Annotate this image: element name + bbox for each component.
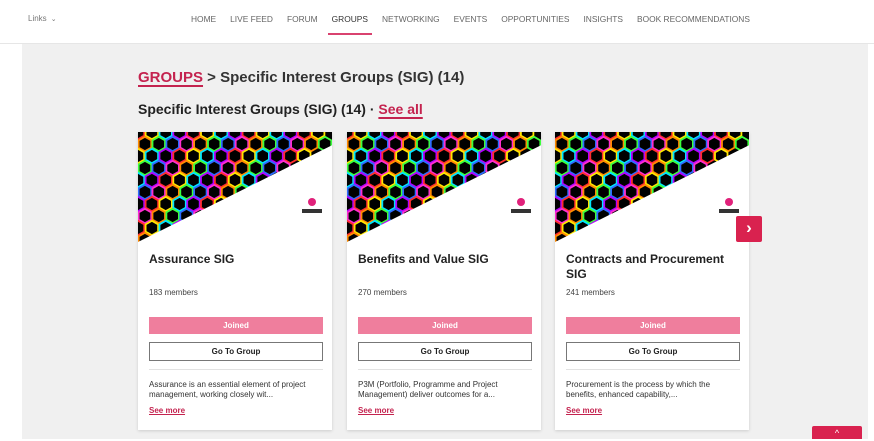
- chevron-down-icon: ⌄: [50, 16, 57, 23]
- group-cover-image[interactable]: [347, 132, 541, 242]
- main-content: GROUPS > Specific Interest Groups (SIG) …: [22, 44, 868, 439]
- top-navigation-bar: Links ⌄ HOME LIVE FEED FORUM GROUPS NETWO…: [0, 0, 874, 44]
- group-card-contracts-and-procurement: Contracts and Procurement SIG 241 member…: [555, 132, 749, 430]
- joined-button[interactable]: Joined: [566, 317, 740, 334]
- group-title[interactable]: Benefits and Value SIG: [358, 252, 533, 267]
- group-cover-image[interactable]: [138, 132, 332, 242]
- group-card-assurance: Assurance SIG 183 members Joined Go To G…: [138, 132, 332, 430]
- card-divider: [149, 369, 323, 370]
- card-divider: [358, 369, 532, 370]
- nav-home[interactable]: HOME: [184, 0, 223, 44]
- chevron-up-icon: ^: [834, 428, 840, 438]
- hexagon-pattern-image: [347, 132, 541, 242]
- group-description: Procurement is the process by which the …: [566, 380, 711, 399]
- nav-groups[interactable]: GROUPS: [325, 0, 375, 44]
- links-label: Links: [28, 14, 47, 23]
- group-title[interactable]: Contracts and Procurement SIG: [566, 252, 741, 282]
- group-description: Assurance is an essential element of pro…: [149, 380, 306, 399]
- breadcrumb-current: Specific Interest Groups (SIG) (14): [220, 69, 465, 86]
- group-description: P3M (Portfolio, Programme and Project Ma…: [358, 380, 498, 399]
- joined-button[interactable]: Joined: [358, 317, 532, 334]
- see-more-link[interactable]: See more: [566, 406, 602, 415]
- group-title[interactable]: Assurance SIG: [149, 252, 324, 267]
- nav-live-feed[interactable]: LIVE FEED: [223, 0, 280, 44]
- joined-button[interactable]: Joined: [149, 317, 323, 334]
- breadcrumb-groups-link[interactable]: GROUPS: [138, 69, 203, 86]
- go-to-group-button[interactable]: Go To Group: [566, 342, 740, 361]
- see-more-link[interactable]: See more: [358, 406, 394, 415]
- group-card-benefits-and-value: Benefits and Value SIG 270 members Joine…: [347, 132, 541, 430]
- nav-insights[interactable]: INSIGHTS: [576, 0, 630, 44]
- nav-events[interactable]: EVENTS: [447, 0, 495, 44]
- see-more-link[interactable]: See more: [149, 406, 185, 415]
- breadcrumb-separator: >: [203, 69, 221, 86]
- go-to-group-button[interactable]: Go To Group: [149, 342, 323, 361]
- nav-book-recommendations[interactable]: BOOK RECOMMENDATIONS: [630, 0, 757, 44]
- group-cover-image[interactable]: [555, 132, 749, 242]
- back-to-top-button[interactable]: ^: [812, 426, 862, 439]
- section-title: Specific Interest Groups (SIG) (14) · Se…: [138, 101, 423, 117]
- nav-networking[interactable]: NETWORKING: [375, 0, 447, 44]
- hexagon-pattern-image: [555, 132, 749, 242]
- chevron-right-icon: ›: [746, 218, 752, 237]
- breadcrumb: GROUPS > Specific Interest Groups (SIG) …: [138, 69, 464, 86]
- card-divider: [566, 369, 740, 370]
- links-dropdown[interactable]: Links ⌄: [28, 14, 57, 23]
- section-title-text: Specific Interest Groups (SIG) (14): [138, 101, 366, 117]
- main-nav: HOME LIVE FEED FORUM GROUPS NETWORKING E…: [184, 0, 757, 44]
- nav-forum[interactable]: FORUM: [280, 0, 325, 44]
- group-member-count: 183 members: [149, 288, 198, 297]
- group-member-count: 270 members: [358, 288, 407, 297]
- go-to-group-button[interactable]: Go To Group: [358, 342, 532, 361]
- see-all-link[interactable]: See all: [378, 101, 422, 117]
- group-member-count: 241 members: [566, 288, 615, 297]
- carousel-next-button[interactable]: ›: [736, 216, 762, 242]
- nav-opportunities[interactable]: OPPORTUNITIES: [494, 0, 576, 44]
- section-separator: ·: [365, 101, 379, 117]
- page-scrollbar[interactable]: [868, 44, 874, 439]
- hexagon-pattern-image: [138, 132, 332, 242]
